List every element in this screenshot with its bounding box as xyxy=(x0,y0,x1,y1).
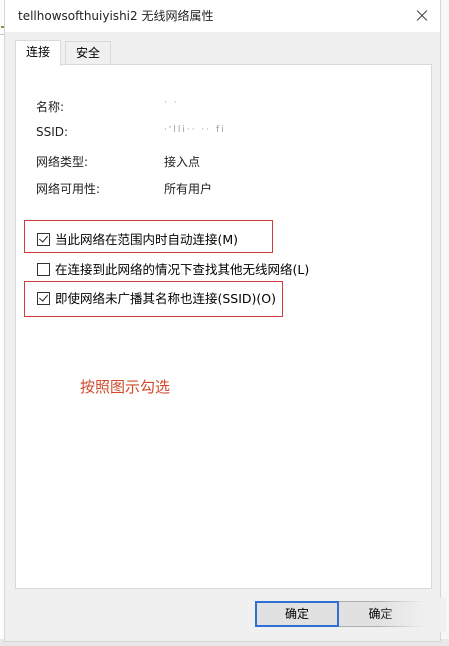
network-availability-label: 网络可用性: xyxy=(36,182,101,196)
name-label: 名称: xyxy=(36,100,65,114)
hidden-ssid-checkbox[interactable] xyxy=(37,292,50,305)
annotation-text: 按照图示勾选 xyxy=(80,378,171,396)
dialog-title: tellhowsofthuiyishi2 无线网络属性 xyxy=(18,9,214,23)
look-other-networks-checkbox-row[interactable]: 在连接到此网络的情况下查找其他无线网络(L) xyxy=(37,259,309,278)
title-bar: tellhowsofthuiyishi2 无线网络属性 xyxy=(5,0,440,32)
close-icon[interactable] xyxy=(410,4,434,26)
name-value: · · xyxy=(164,98,179,108)
tab-security[interactable]: 安全 xyxy=(65,41,111,64)
look-other-networks-checkbox[interactable] xyxy=(37,263,50,276)
hidden-ssid-label: 即使网络未广播其名称也连接(SSID)(O) xyxy=(55,291,277,306)
wireless-properties-dialog: tellhowsofthuiyishi2 无线网络属性 连接 安全 名称: · … xyxy=(4,0,446,642)
tab-connection[interactable]: 连接 xyxy=(15,40,61,66)
ssid-label: SSID: xyxy=(36,125,69,139)
network-type-value: 接入点 xyxy=(164,155,201,169)
ok-button[interactable]: 确定 xyxy=(255,601,339,627)
look-other-networks-label: 在连接到此网络的情况下查找其他无线网络(L) xyxy=(55,262,310,277)
watermark-fade xyxy=(377,598,446,632)
network-availability-value: 所有用户 xyxy=(164,182,213,196)
hidden-ssid-checkbox-row[interactable]: 即使网络未广播其名称也连接(SSID)(O) xyxy=(37,288,276,307)
ssid-value: ·'lli·· ·· fi xyxy=(164,125,226,135)
connection-panel: 名称: · · SSID: ·'lli·· ·· fi 网络类型: 接入点 网络… xyxy=(15,64,432,589)
auto-connect-checkbox-row[interactable]: 当此网络在范围内时自动连接(M) xyxy=(37,229,238,248)
network-type-label: 网络类型: xyxy=(36,155,89,169)
auto-connect-label: 当此网络在范围内时自动连接(M) xyxy=(55,232,239,247)
auto-connect-checkbox[interactable] xyxy=(37,233,50,246)
